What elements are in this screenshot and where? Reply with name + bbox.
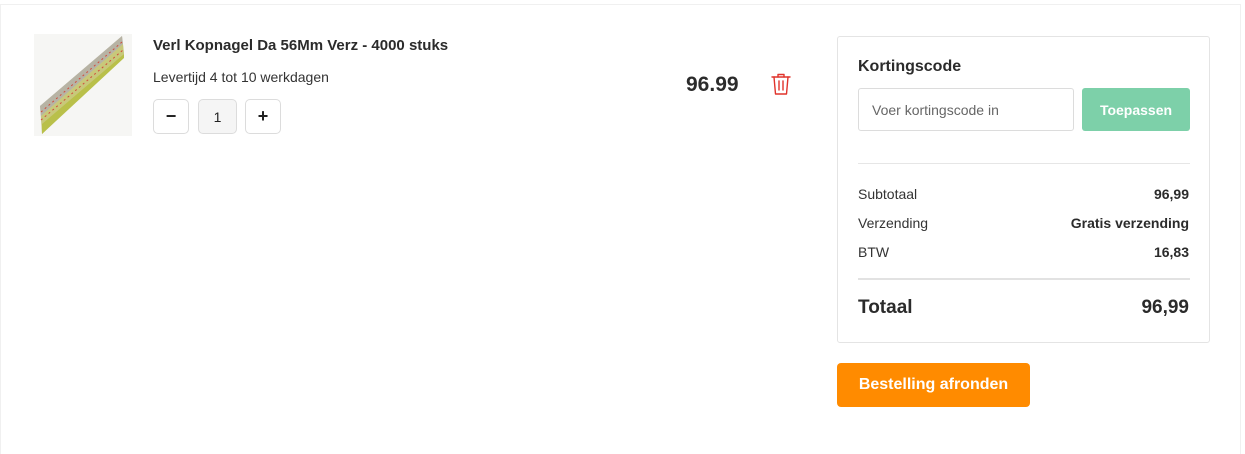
vat-value: 16,83: [1153, 244, 1189, 260]
total-value: 96,99: [1141, 297, 1189, 318]
quantity-decrease-button[interactable]: −: [153, 99, 189, 134]
checkout-button[interactable]: Bestelling afronden: [837, 363, 1030, 407]
minus-icon: −: [165, 106, 177, 126]
vat-label: BTW: [858, 244, 890, 260]
shipping-value: Gratis verzending: [1070, 215, 1189, 231]
item-price: 96.99: [686, 73, 739, 96]
apply-coupon-button[interactable]: Toepassen: [1082, 88, 1190, 131]
product-image[interactable]: [34, 34, 132, 136]
quantity-increase-button[interactable]: +: [245, 99, 281, 134]
coupon-title: Kortingscode: [858, 58, 962, 75]
subtotal-label: Subtotaal: [858, 186, 918, 202]
quantity-field[interactable]: 1: [198, 99, 237, 134]
subtotal-value: 96,99: [1153, 186, 1189, 202]
divider: [858, 278, 1190, 280]
divider: [858, 163, 1190, 164]
plus-icon: +: [257, 106, 269, 126]
order-summary: Kortingscode Toepassen Subtotaal 96,99 V…: [837, 36, 1210, 343]
shipping-label: Verzending: [858, 215, 929, 231]
total-label: Totaal: [858, 297, 913, 318]
delivery-time: Levertijd 4 tot 10 werkdagen: [153, 69, 329, 85]
coupon-input[interactable]: [858, 88, 1074, 131]
product-title[interactable]: Verl Kopnagel Da 56Mm Verz - 4000 stuks: [153, 37, 448, 54]
trash-icon[interactable]: [770, 72, 792, 96]
